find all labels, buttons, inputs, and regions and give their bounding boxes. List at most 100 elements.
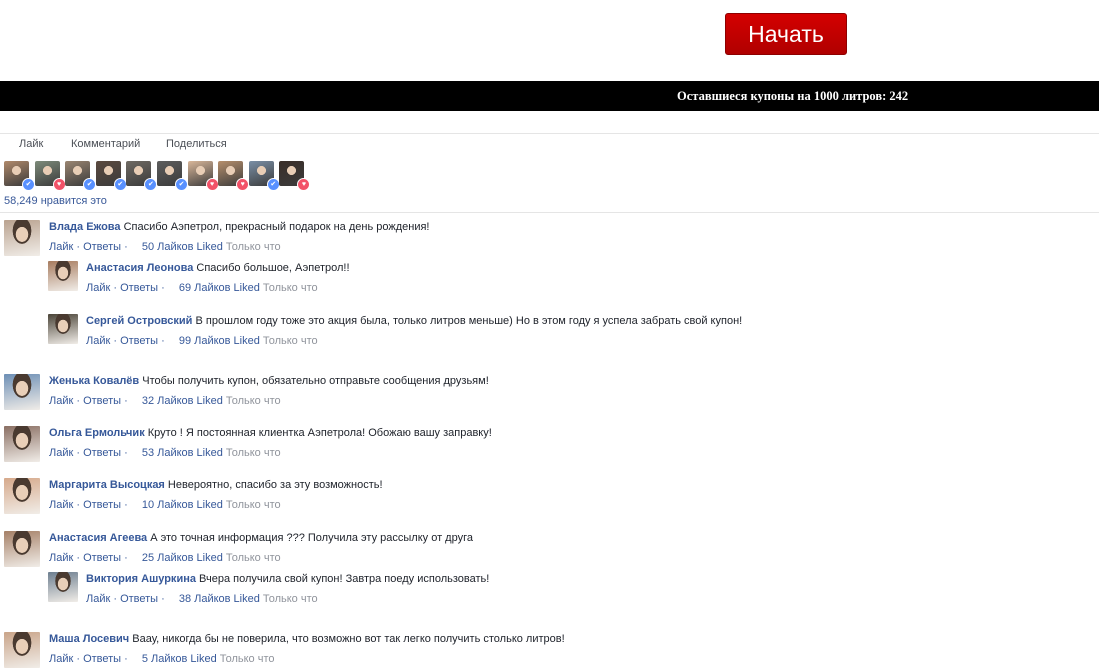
comment-body: Круто ! Я постоянная клиентка Аэпетрола!…	[147, 427, 492, 439]
comment-likes-count[interactable]: 32 Лайков Liked	[142, 395, 223, 407]
likes-count[interactable]: 58,249 нравится это	[4, 195, 107, 207]
love-reaction-icon: ♥	[52, 178, 66, 191]
share-action[interactable]: Поделиться	[166, 138, 227, 150]
comment-likes-count[interactable]: 50 Лайков Liked	[142, 241, 223, 253]
avatar[interactable]	[4, 531, 40, 567]
love-reaction-icon: ♥	[236, 178, 250, 191]
comment-likes-count[interactable]: 53 Лайков Liked	[142, 447, 223, 459]
coupon-bar: Оставшиеся купоны на 1000 литров: 242	[0, 81, 1099, 111]
comment-like-link[interactable]: Лайк	[49, 395, 73, 407]
avatar[interactable]	[48, 572, 78, 602]
like-reaction-icon: ✔	[175, 178, 188, 191]
comment-replies-link[interactable]: Ответы	[83, 499, 121, 511]
comment-body: Спасибо большое, Аэпетрол!!	[196, 262, 350, 274]
comment-likes-count[interactable]: 99 Лайков Liked	[179, 335, 260, 347]
comment-text-line: Виктория Ашуркина Вчера получила свой ку…	[86, 572, 489, 586]
comment-author[interactable]: Анастасия Леонова	[86, 262, 193, 274]
reactor-avatar[interactable]: ✔	[126, 161, 158, 191]
reactor-avatar[interactable]: ✔	[95, 161, 127, 191]
comment-text-line: Маргарита Высоцкая Невероятно, спасибо з…	[49, 478, 383, 492]
comment-text-line: Женька Ковалёв Чтобы получить купон, обя…	[49, 374, 489, 388]
separator: ·	[73, 447, 84, 459]
comment-replies-link[interactable]: Ответы	[120, 282, 158, 294]
reactor-avatar[interactable]: ✔	[65, 161, 97, 191]
comment-replies-link[interactable]: Ответы	[83, 447, 121, 459]
comment-body: В прошлом году тоже это акция была, толь…	[195, 315, 743, 327]
reactor-avatar[interactable]: ✔	[4, 161, 35, 191]
comment-author[interactable]: Анастасия Агеева	[49, 532, 147, 544]
comment-likes-count[interactable]: 25 Лайков Liked	[142, 552, 223, 564]
avatar[interactable]	[48, 261, 78, 291]
comment-meta: Лайк · Ответы · 38 Лайков Liked Только что	[86, 592, 318, 606]
reactor-avatar[interactable]: ✔	[248, 161, 280, 191]
comment-like-link[interactable]: Лайк	[49, 653, 73, 665]
comment-text-line: Анастасия Агеева А это точная информация…	[49, 531, 473, 545]
reactor-avatar[interactable]: ♥	[279, 161, 311, 191]
comment-like-link[interactable]: Лайк	[86, 282, 110, 294]
comment-replies-link[interactable]: Ответы	[83, 395, 121, 407]
like-reaction-icon: ✔	[266, 178, 280, 191]
coupon-counter-text: Оставшиеся купоны на 1000 литров: 242	[677, 89, 909, 103]
comment-author[interactable]: Влада Ежова	[49, 221, 121, 233]
comment-timestamp: Только что	[225, 499, 281, 511]
separator: ·	[121, 653, 128, 665]
comment-meta: Лайк · Ответы · 69 Лайков Liked Только что	[86, 281, 318, 295]
love-reaction-icon: ♥	[205, 178, 219, 191]
comment-timestamp: Только что	[225, 447, 281, 459]
comment-timestamp: Только что	[262, 593, 318, 605]
avatar[interactable]	[4, 478, 40, 514]
comment-timestamp: Только что	[262, 335, 318, 347]
comment-likes-count[interactable]: 10 Лайков Liked	[142, 499, 223, 511]
separator: ·	[158, 593, 165, 605]
avatar[interactable]	[48, 314, 78, 344]
comment-author[interactable]: Женька Ковалёв	[49, 375, 139, 387]
comment-like-link[interactable]: Лайк	[86, 335, 110, 347]
comment-timestamp: Только что	[262, 282, 318, 294]
comment-author[interactable]: Ольга Ермольчик	[49, 427, 145, 439]
separator: ·	[110, 335, 121, 347]
separator: ·	[110, 282, 121, 294]
like-reaction-icon: ✔	[113, 178, 127, 191]
comment-like-link[interactable]: Лайк	[49, 447, 73, 459]
comment-like-link[interactable]: Лайк	[49, 241, 73, 253]
separator: ·	[121, 447, 128, 459]
love-reaction-icon: ♥	[297, 178, 311, 191]
reactor-avatar[interactable]: ♥	[218, 161, 250, 191]
comment-like-link[interactable]: Лайк	[49, 552, 73, 564]
reactor-avatar[interactable]: ♥	[34, 161, 66, 191]
comment-replies-link[interactable]: Ответы	[83, 653, 121, 665]
comment-replies-link[interactable]: Ответы	[83, 552, 121, 564]
comment-meta: Лайк · Ответы · 32 Лайков Liked Только что	[49, 394, 281, 408]
comment-meta: Лайк · Ответы · 50 Лайков Liked Только что	[49, 240, 281, 254]
comment-text-line: Влада Ежова Спасибо Аэпетрол, прекрасный…	[49, 220, 429, 234]
comment-author[interactable]: Маша Лосевич	[49, 633, 129, 645]
comment-action[interactable]: Комментарий	[71, 138, 140, 150]
reactor-avatar[interactable]: ✔	[157, 161, 188, 191]
avatar[interactable]	[4, 632, 40, 668]
comment-body: Ваау, никогда бы не поверила, что возмож…	[132, 633, 565, 645]
comment-likes-count[interactable]: 38 Лайков Liked	[179, 593, 260, 605]
comment-like-link[interactable]: Лайк	[49, 499, 73, 511]
comment-likes-count[interactable]: 5 Лайков Liked	[142, 653, 217, 665]
comment-meta: Лайк · Ответы · 25 Лайков Liked Только что	[49, 551, 281, 565]
like-action[interactable]: Лайк	[19, 138, 43, 150]
avatar[interactable]	[4, 426, 40, 462]
comment-replies-link[interactable]: Ответы	[120, 593, 158, 605]
comment-author[interactable]: Сергей Островский	[86, 315, 192, 327]
comment-likes-count[interactable]: 69 Лайков Liked	[179, 282, 260, 294]
comment-meta: Лайк · Ответы · 99 Лайков Liked Только что	[86, 334, 318, 348]
start-button[interactable]: Начать	[725, 13, 847, 55]
avatar[interactable]	[4, 220, 40, 256]
comment-author[interactable]: Виктория Ашуркина	[86, 573, 196, 585]
comment-text-line: Анастасия Леонова Спасибо большое, Аэпет…	[86, 261, 350, 275]
comment-replies-link[interactable]: Ответы	[120, 335, 158, 347]
comment-like-link[interactable]: Лайк	[86, 593, 110, 605]
reactor-avatar[interactable]: ♥	[187, 161, 219, 191]
comment-author[interactable]: Маргарита Высоцкая	[49, 479, 165, 491]
separator: ·	[121, 241, 128, 253]
separator: ·	[158, 335, 165, 347]
separator: ·	[121, 552, 128, 564]
avatar[interactable]	[4, 374, 40, 410]
comment-replies-link[interactable]: Ответы	[83, 241, 121, 253]
separator: ·	[121, 499, 128, 511]
